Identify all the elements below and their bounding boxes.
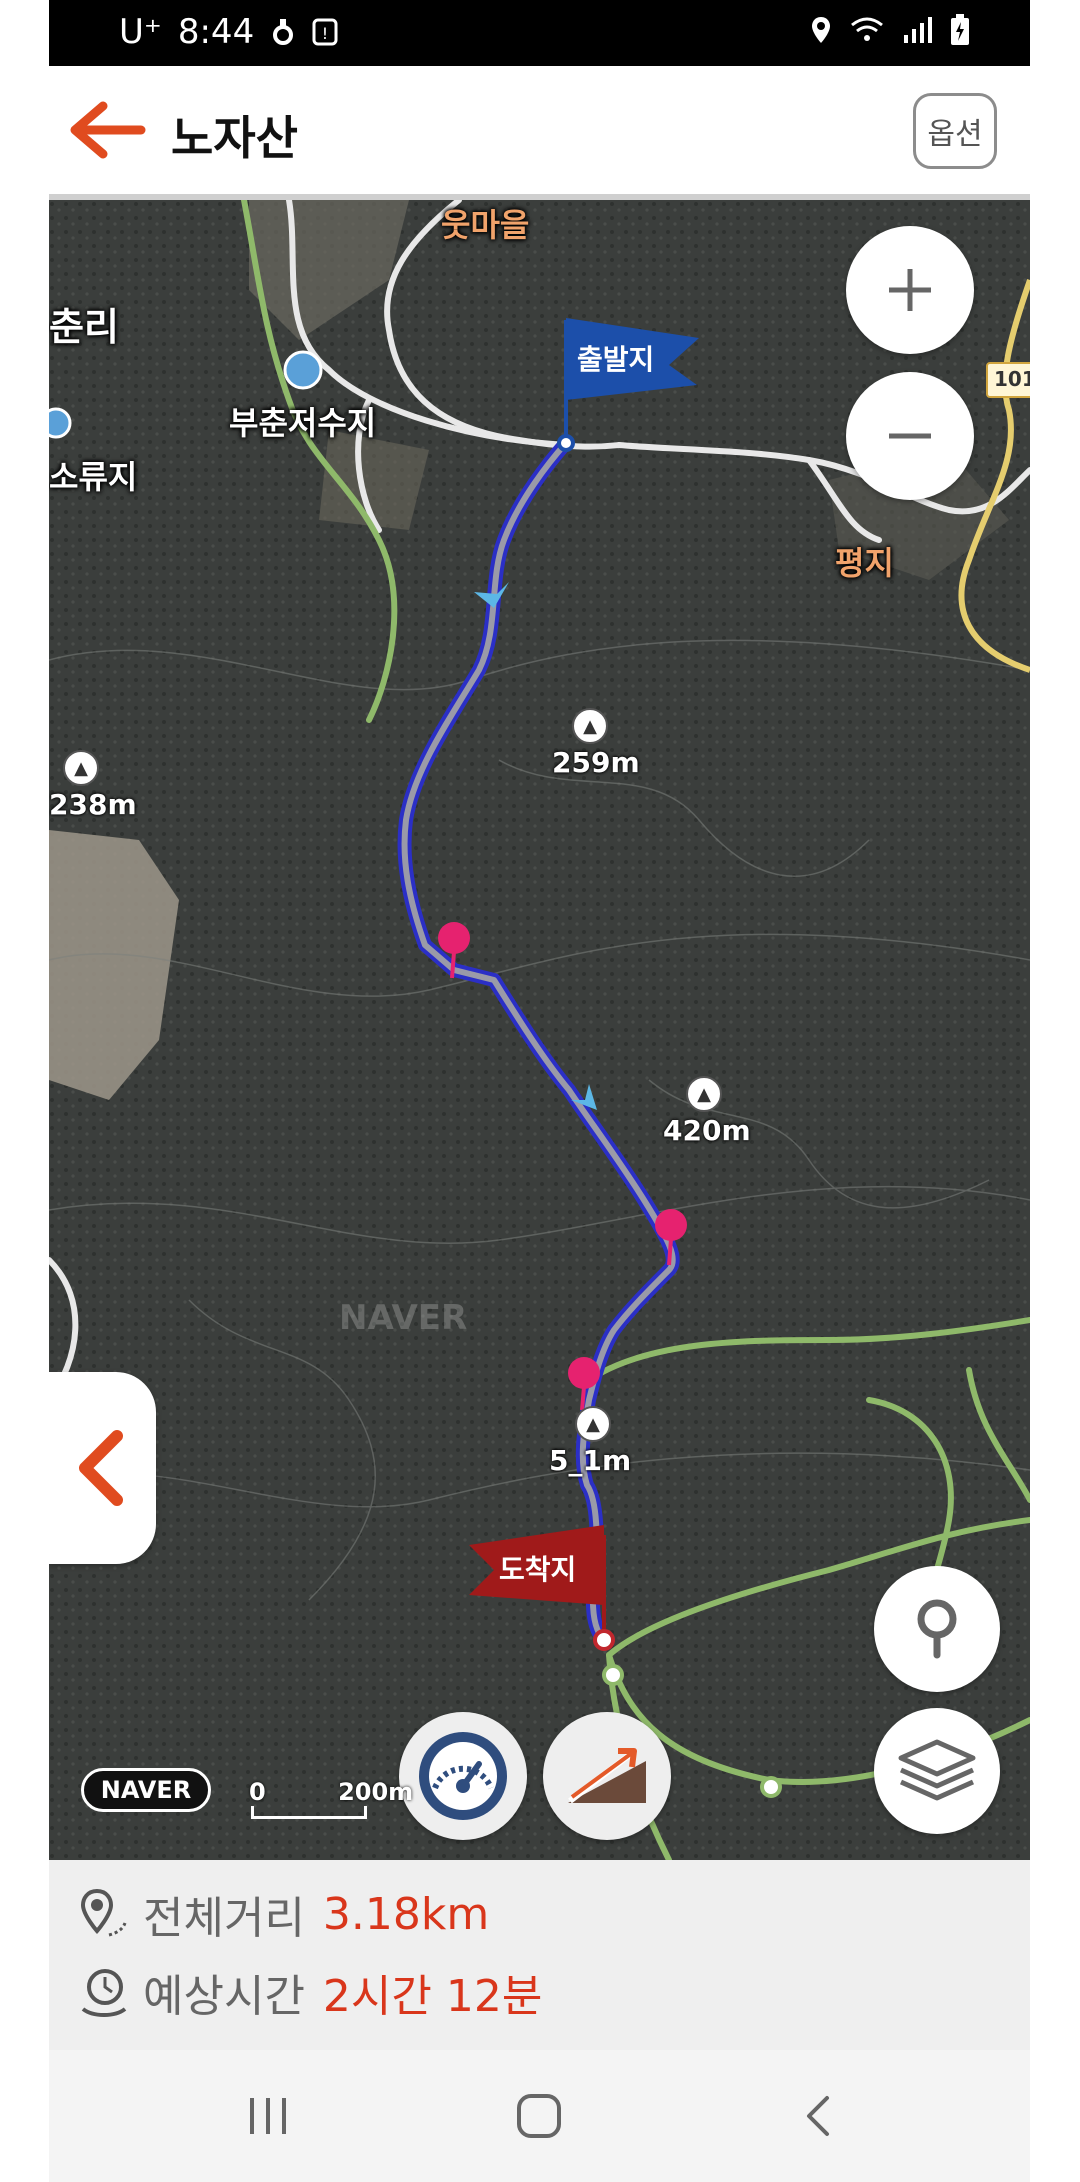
- battery-icon: [951, 14, 969, 45]
- back-nav-icon[interactable]: [799, 2092, 839, 2140]
- place-label-chunri: 춘리: [49, 305, 119, 349]
- status-bar: U⁺ 8:44 !: [49, 0, 1030, 66]
- place-label-buchun-reservoir: 부춘저수지: [229, 404, 377, 442]
- time-row: 예상시간 2시간 12분: [79, 1960, 542, 2024]
- wifi-icon: [851, 17, 883, 41]
- map-scale: 0 200m: [249, 1778, 414, 1819]
- distance-row: 전체거리 3.18km: [79, 1882, 489, 1946]
- svg-text:!: !: [322, 24, 328, 43]
- peak-label-420: 420m: [663, 1114, 751, 1147]
- zoom-out-button[interactable]: [846, 372, 974, 500]
- peak-icon: ▲: [572, 708, 608, 744]
- scale-bar: [251, 1806, 367, 1819]
- elevation-profile-button[interactable]: [543, 1712, 671, 1840]
- app-frame: U⁺ 8:44 ! 노자산 옵션 웃마을 춘리 부춘저수지 소류지 평지 ▲ 2…: [49, 0, 1030, 2182]
- peak-icon: ▲: [575, 1406, 611, 1442]
- start-flag-label: 출발지: [577, 343, 655, 376]
- map-watermark: NAVER: [339, 1298, 468, 1338]
- distance-label: 전체거리: [143, 1893, 305, 1944]
- peak-icon: ▲: [63, 750, 99, 786]
- naver-logo: NAVER: [81, 1768, 211, 1812]
- clock-icon: [81, 1969, 127, 2017]
- chat-notification-icon: !: [312, 18, 338, 46]
- app-header: 노자산 옵션: [49, 66, 1030, 194]
- route-distance-icon: [80, 1888, 127, 1937]
- distance-value: 3.18km: [322, 1888, 490, 1940]
- end-flag-label: 도착지: [499, 1553, 577, 1586]
- options-button[interactable]: 옵션: [913, 93, 997, 169]
- minus-icon: [889, 433, 931, 439]
- my-location-button[interactable]: [874, 1566, 1000, 1692]
- time-value: 2시간 12분: [322, 1971, 543, 2022]
- map-view[interactable]: 웃마을 춘리 부춘저수지 소류지 평지 ▲ 259m ▲ 238m ▲ 420m…: [49, 200, 1030, 1860]
- peak-label-238: 238m: [49, 788, 137, 821]
- peak-label-259: 259m: [552, 746, 640, 779]
- chevron-left-icon: [79, 1430, 123, 1506]
- road-number-badge: 1018: [986, 362, 1030, 398]
- route-info-panel: 전체거리 3.18km 예상시간 2시간 12분: [49, 1860, 1030, 2050]
- app-notification-icon: [273, 19, 294, 45]
- peak-label-521: 5_1m: [549, 1444, 632, 1477]
- place-label-utmaeul: 웃마을: [441, 206, 530, 244]
- scale-distance: 200m: [338, 1778, 414, 1806]
- map-layers-button[interactable]: [874, 1708, 1000, 1834]
- side-panel-toggle[interactable]: [49, 1372, 156, 1564]
- back-arrow-icon[interactable]: [67, 100, 147, 160]
- speedometer-icon: [419, 1732, 507, 1820]
- plus-icon: [889, 269, 931, 311]
- zoom-in-button[interactable]: [846, 226, 974, 354]
- place-label-soryuji: 소류지: [49, 458, 138, 496]
- recent-apps-icon[interactable]: [244, 2094, 292, 2138]
- speedometer-button[interactable]: [399, 1712, 527, 1840]
- clock: 8:44: [177, 12, 255, 52]
- time-label: 예상시간: [143, 1971, 305, 2022]
- home-icon[interactable]: [515, 2092, 563, 2140]
- page-title: 노자산: [171, 111, 298, 165]
- elevation-icon: [568, 1748, 646, 1804]
- carrier-label: U⁺: [119, 12, 162, 52]
- place-label-pyeongji: 평지: [835, 544, 894, 582]
- system-nav-bar: [49, 2050, 1030, 2182]
- location-status-icon: [812, 17, 830, 43]
- peak-icon: ▲: [686, 1076, 722, 1112]
- signal-icon: [904, 17, 932, 43]
- layers-icon: [898, 1739, 976, 1801]
- location-pin-icon: [917, 1599, 957, 1659]
- scale-zero: 0: [249, 1778, 266, 1806]
